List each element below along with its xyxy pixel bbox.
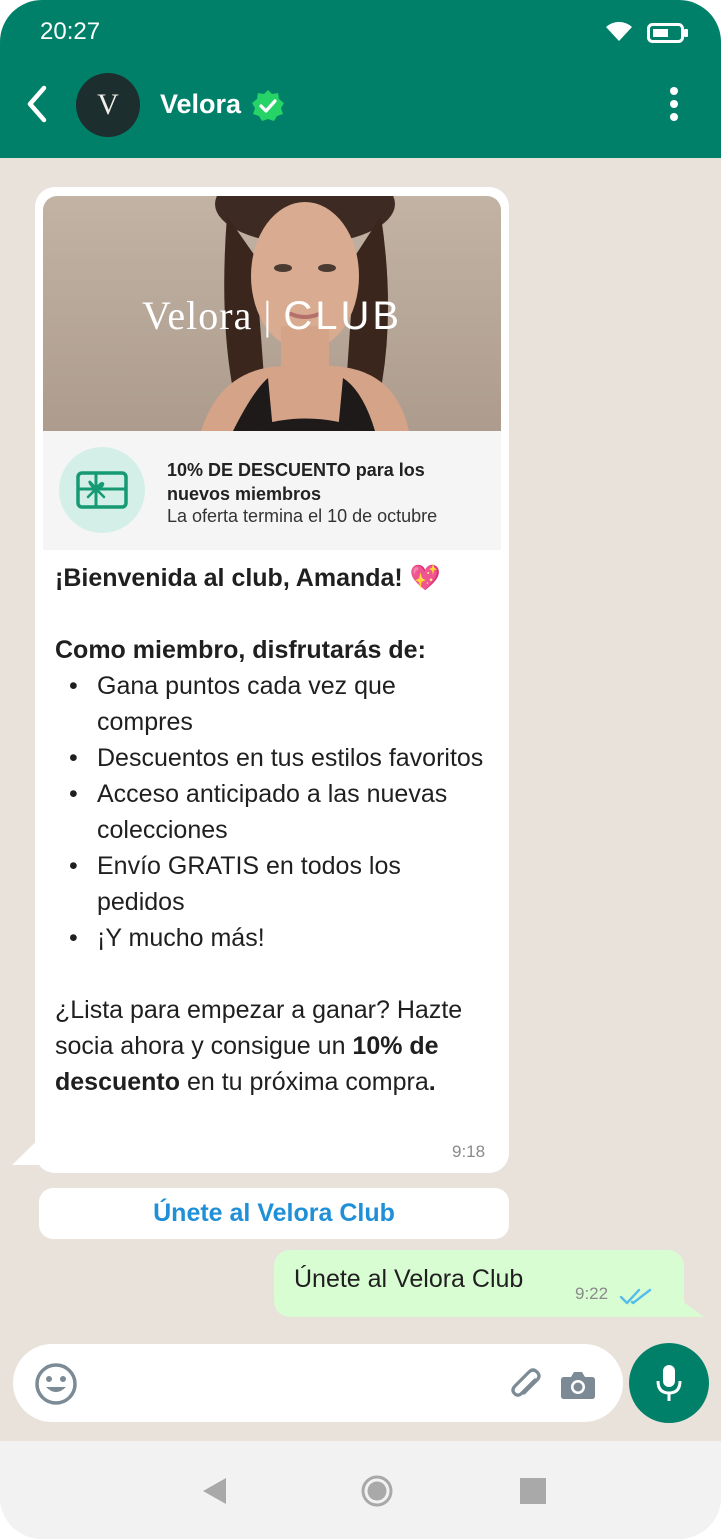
phone-screen: 20:27 V Velora Velora | CLUB 10% DE DESC… xyxy=(0,0,721,1539)
attach-icon[interactable] xyxy=(509,1366,545,1404)
offer-title: 10% DE DESCUENTO para los nuevos miembro… xyxy=(167,460,425,504)
contact-name[interactable]: Velora xyxy=(160,89,241,120)
cta-text: ¿Lista para empezar a ganar? Hazte socia… xyxy=(55,996,463,1096)
status-time: 20:27 xyxy=(40,18,101,45)
message-body: ¡Bienvenida al club, Amanda! 💖 Como miem… xyxy=(55,560,495,1100)
read-receipt-icon xyxy=(619,1288,652,1305)
mic-button[interactable] xyxy=(629,1343,709,1423)
battery-icon xyxy=(647,23,688,43)
join-club-button[interactable]: Únete al Velora Club xyxy=(39,1188,509,1239)
nav-recents-icon[interactable] xyxy=(520,1478,546,1504)
list-item: ¡Y mucho más! xyxy=(55,920,495,956)
camera-icon[interactable] xyxy=(560,1370,596,1400)
benefits-heading: Como miembro, disfrutarás de: xyxy=(55,636,426,664)
emoji-icon[interactable] xyxy=(34,1362,78,1406)
nav-home-icon[interactable] xyxy=(361,1475,393,1507)
heart-emoji: 💖 xyxy=(409,564,441,592)
list-item: Acceso anticipado a las nuevas coleccion… xyxy=(55,776,495,848)
greeting: ¡Bienvenida al club, Amanda! xyxy=(55,564,403,592)
verified-badge-icon xyxy=(252,90,284,121)
hero-image: Velora | CLUB xyxy=(43,196,501,431)
chat-header: 20:27 V Velora xyxy=(0,0,721,158)
offer-banner: 10% DE DESCUENTO para los nuevos miembro… xyxy=(43,431,501,550)
avatar[interactable]: V xyxy=(76,73,140,137)
list-item: Envío GRATIS en todos los pedidos xyxy=(55,848,495,920)
mic-icon xyxy=(656,1365,682,1401)
list-item: Descuentos en tus estilos favoritos xyxy=(55,740,495,776)
nav-back-icon[interactable] xyxy=(201,1476,227,1506)
avatar-letter: V xyxy=(97,88,119,121)
sent-message-text: Únete al Velora Club xyxy=(294,1265,524,1293)
back-arrow-icon[interactable] xyxy=(22,84,54,124)
wifi-icon xyxy=(606,21,632,41)
gift-card-icon xyxy=(59,447,145,533)
more-options-icon[interactable] xyxy=(662,84,686,124)
benefits-list: Gana puntos cada vez que compres Descuen… xyxy=(55,668,495,956)
message-time: 9:18 xyxy=(452,1142,486,1161)
list-item: Gana puntos cada vez que compres xyxy=(55,668,495,740)
sent-message-time: 9:22 xyxy=(575,1284,609,1303)
hero-logo: Velora | CLUB xyxy=(141,293,403,338)
offer-subtitle: La oferta termina el 10 de octubre xyxy=(167,506,438,526)
